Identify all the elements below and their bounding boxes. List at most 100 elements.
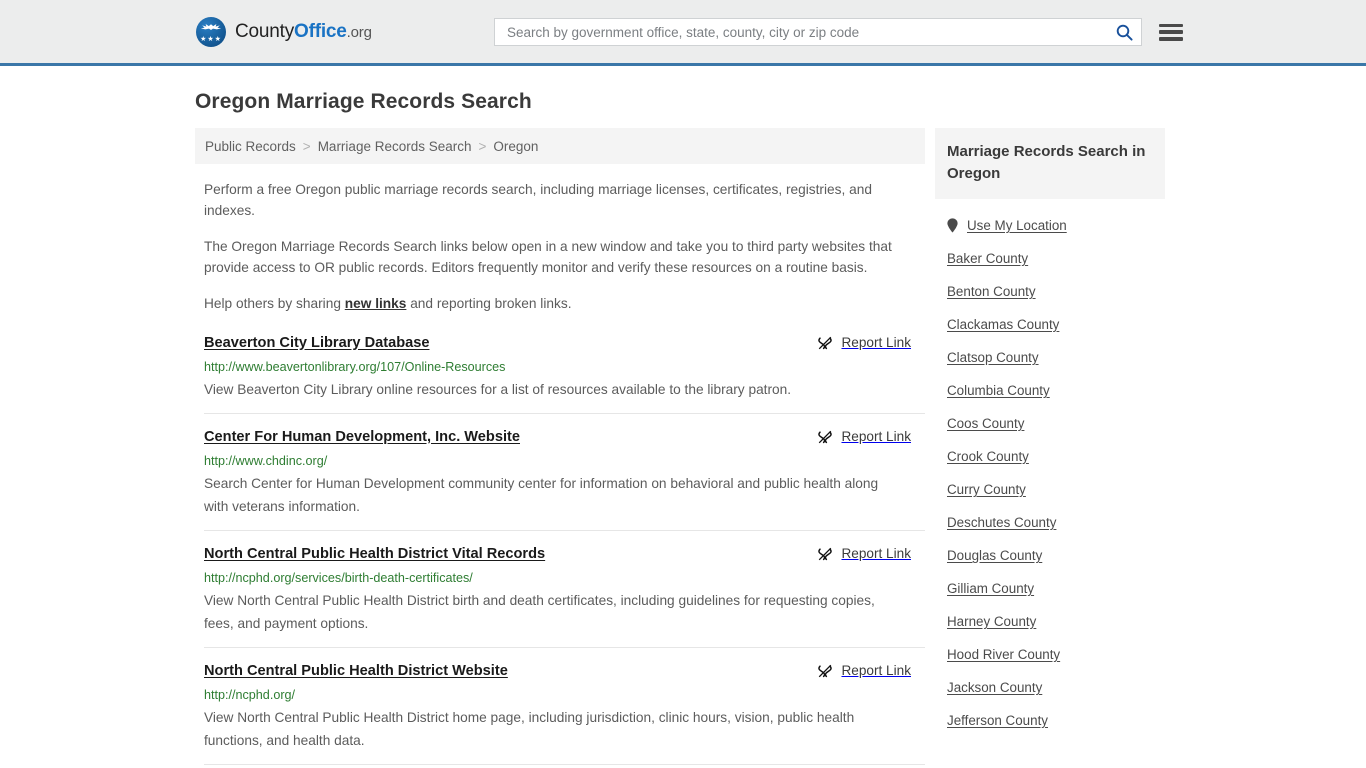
results-list: Beaverton City Library Database Report L… <box>195 334 925 768</box>
result-item: Center For Human Development, Inc. Websi… <box>204 414 925 531</box>
search-box[interactable] <box>494 18 1142 46</box>
result-header: Center For Human Development, Inc. Websi… <box>204 428 925 447</box>
broken-link-icon <box>817 663 833 679</box>
site-header: ★★★ CountyOffice.org <box>0 0 1366 66</box>
breadcrumb-item-public-records[interactable]: Public Records <box>205 139 296 154</box>
result-item: North Central Public Health District Vit… <box>204 531 925 648</box>
intro-text-before-link: Help others by sharing <box>204 296 345 311</box>
sidebar-item-benton-county[interactable]: Benton County <box>935 275 1165 308</box>
report-link-button[interactable]: Report Link <box>817 546 911 562</box>
breadcrumb-separator: > <box>478 138 487 154</box>
three-stars-icon: ★★★ <box>200 35 222 43</box>
site-logo[interactable]: ★★★ CountyOffice.org <box>196 16 372 47</box>
sidebar-link-county[interactable]: Columbia County <box>947 383 1050 398</box>
sidebar-item-curry-county[interactable]: Curry County <box>935 473 1165 506</box>
sidebar-item-harney-county[interactable]: Harney County <box>935 605 1165 638</box>
header-search-area <box>494 18 1183 46</box>
result-url: http://ncphd.org/services/birth-death-ce… <box>204 570 473 585</box>
result-title-link[interactable]: Beaverton City Library Database <box>204 334 429 353</box>
report-link-button[interactable]: Report Link <box>817 663 911 679</box>
result-description: View Beaverton City Library online resou… <box>204 381 792 397</box>
sidebar-link-use-my-location[interactable]: Use My Location <box>967 218 1067 233</box>
result-item: Oregon Board of Geologist Examiners Libr… <box>204 765 925 768</box>
sidebar-title: Marriage Records Search in Oregon <box>935 128 1165 199</box>
logo-word-county: County <box>235 20 295 42</box>
result-description: View North Central Public Health Distric… <box>204 592 875 631</box>
result-header: North Central Public Health District Vit… <box>204 545 925 564</box>
intro-text-after-link: and reporting broken links. <box>406 296 572 311</box>
breadcrumb: Public Records > Marriage Records Search… <box>195 128 925 164</box>
sidebar-item-hood-river-county[interactable]: Hood River County <box>935 638 1165 671</box>
sidebar-item-clatsop-county[interactable]: Clatsop County <box>935 341 1165 374</box>
sidebar-link-county[interactable]: Coos County <box>947 416 1024 431</box>
page-title: Oregon Marriage Records Search <box>195 90 532 113</box>
main-content: Public Records > Marriage Records Search… <box>195 128 925 768</box>
hamburger-bar <box>1159 37 1183 41</box>
new-links-link[interactable]: new links <box>345 296 407 311</box>
result-header: Beaverton City Library Database Report L… <box>204 334 925 353</box>
sidebar-item-use-my-location[interactable]: Use My Location <box>935 209 1165 242</box>
intro-paragraph-2: The Oregon Marriage Records Search links… <box>204 239 892 275</box>
hamburger-menu-icon[interactable] <box>1159 23 1183 41</box>
report-link-label: Report Link <box>841 335 911 350</box>
result-header: North Central Public Health District Web… <box>204 662 925 681</box>
broken-link-icon <box>817 335 833 351</box>
result-title-link[interactable]: North Central Public Health District Vit… <box>204 545 545 564</box>
report-link-button[interactable]: Report Link <box>817 429 911 445</box>
intro-paragraph-1: Perform a free Oregon public marriage re… <box>204 182 872 218</box>
hamburger-bar <box>1159 23 1183 27</box>
report-link-button[interactable]: Report Link <box>817 335 911 351</box>
content-columns: Public Records > Marriage Records Search… <box>195 128 1170 768</box>
sidebar-link-county[interactable]: Jackson County <box>947 680 1042 695</box>
map-pin-icon <box>947 218 958 233</box>
report-link-label: Report Link <box>841 429 911 444</box>
report-link-label: Report Link <box>841 663 911 678</box>
sidebar-item-deschutes-county[interactable]: Deschutes County <box>935 506 1165 539</box>
sidebar-link-county[interactable]: Jefferson County <box>947 713 1048 728</box>
sidebar-link-county[interactable]: Hood River County <box>947 647 1060 662</box>
result-description: Search Center for Human Development comm… <box>204 475 879 514</box>
sidebar-link-county[interactable]: Harney County <box>947 614 1036 629</box>
result-url: http://ncphd.org/ <box>204 687 296 702</box>
result-title-link[interactable]: North Central Public Health District Web… <box>204 662 508 681</box>
logo-tld: .org <box>346 23 372 41</box>
result-item: North Central Public Health District Web… <box>204 648 925 765</box>
sidebar-link-county[interactable]: Clackamas County <box>947 317 1059 332</box>
sidebar-item-columbia-county[interactable]: Columbia County <box>935 374 1165 407</box>
broken-link-icon <box>817 546 833 562</box>
breadcrumb-item-marriage-records-search[interactable]: Marriage Records Search <box>318 139 472 154</box>
hamburger-bar <box>1159 30 1183 34</box>
sidebar-item-douglas-county[interactable]: Douglas County <box>935 539 1165 572</box>
sidebar-link-county[interactable]: Clatsop County <box>947 350 1039 365</box>
report-link-label: Report Link <box>841 546 911 561</box>
broken-link-icon <box>817 429 833 445</box>
result-title-link[interactable]: Center For Human Development, Inc. Websi… <box>204 428 520 447</box>
result-url: http://www.beavertonlibrary.org/107/Onli… <box>204 359 506 374</box>
breadcrumb-item-oregon: Oregon <box>493 138 539 154</box>
sidebar: Marriage Records Search in Oregon Use My… <box>935 128 1165 737</box>
sidebar-link-county[interactable]: Baker County <box>947 251 1028 266</box>
result-item: Beaverton City Library Database Report L… <box>204 334 925 414</box>
sidebar-link-county[interactable]: Deschutes County <box>947 515 1056 530</box>
eagle-seal-icon: ★★★ <box>196 16 226 47</box>
sidebar-item-gilliam-county[interactable]: Gilliam County <box>935 572 1165 605</box>
sidebar-item-coos-county[interactable]: Coos County <box>935 407 1165 440</box>
sidebar-item-baker-county[interactable]: Baker County <box>935 242 1165 275</box>
result-description: View North Central Public Health Distric… <box>204 709 855 748</box>
sidebar-item-clackamas-county[interactable]: Clackamas County <box>935 308 1165 341</box>
sidebar-link-county[interactable]: Benton County <box>947 284 1036 299</box>
sidebar-link-county[interactable]: Curry County <box>947 482 1026 497</box>
sidebar-item-jackson-county[interactable]: Jackson County <box>935 671 1165 704</box>
logo-word-office: Office <box>294 20 347 42</box>
sidebar-item-crook-county[interactable]: Crook County <box>935 440 1165 473</box>
search-icon[interactable] <box>1113 21 1135 43</box>
sidebar-link-county[interactable]: Douglas County <box>947 548 1042 563</box>
page-body: Oregon Marriage Records Search Public Re… <box>0 90 1366 768</box>
result-url: http://www.chdinc.org/ <box>204 453 328 468</box>
search-input[interactable] <box>505 23 1113 41</box>
sidebar-county-list: Use My Location Baker County Benton Coun… <box>935 209 1165 737</box>
sidebar-link-county[interactable]: Gilliam County <box>947 581 1034 596</box>
breadcrumb-separator: > <box>302 138 311 154</box>
sidebar-link-county[interactable]: Crook County <box>947 449 1029 464</box>
sidebar-item-jefferson-county[interactable]: Jefferson County <box>935 704 1165 737</box>
